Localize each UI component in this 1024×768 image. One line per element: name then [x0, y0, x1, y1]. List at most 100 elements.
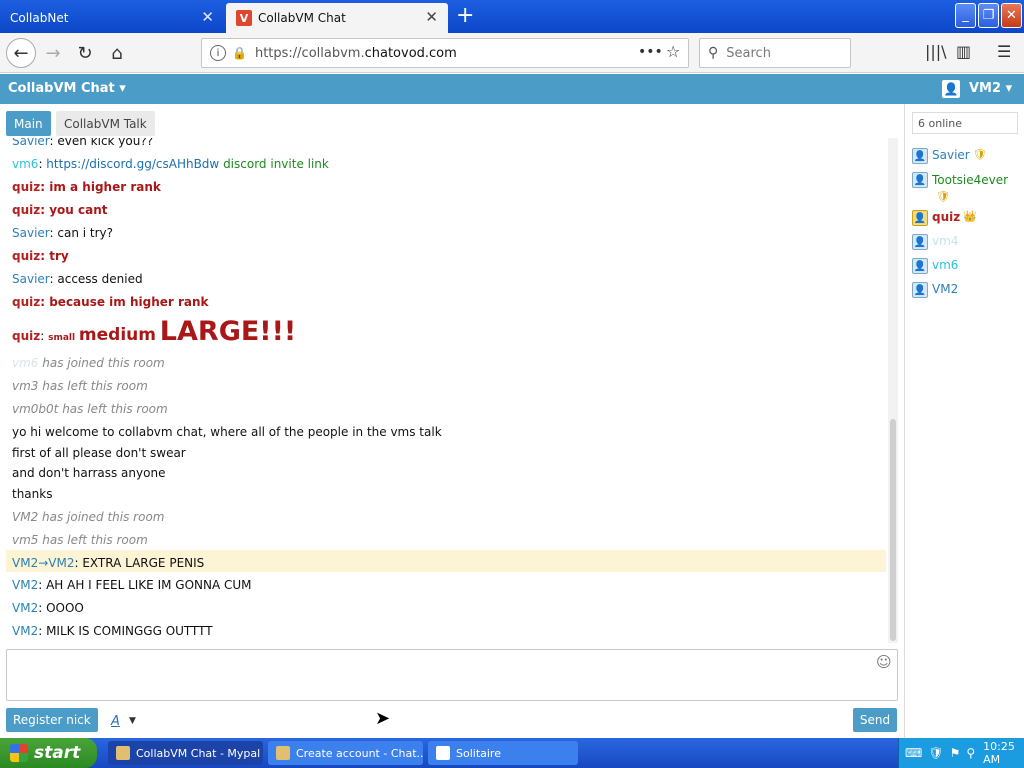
message-nick[interactable]: quiz [12, 180, 40, 194]
chat-panel: Main CollabVM Talk Savier: even kick you… [0, 104, 905, 738]
browser-tab-collabnet[interactable]: CollabNet ✕ [0, 3, 224, 33]
message: VM2: OOOO [12, 601, 84, 615]
message-nick[interactable]: Savier [12, 138, 50, 148]
message-nick[interactable]: vm0b0t [12, 402, 58, 416]
message-nick[interactable]: vm6 [12, 356, 38, 370]
scrollbar-thumb[interactable] [890, 419, 896, 641]
start-label: start [34, 743, 81, 763]
keyboard-icon[interactable]: ⌨ [905, 746, 922, 760]
url-bar[interactable]: i 🔒 https://collabvm.chatovod.com ••• ☆ [201, 38, 689, 68]
message-nick[interactable]: quiz [12, 203, 40, 217]
message: quiz: you cant [12, 203, 108, 217]
page-actions-icon[interactable]: ••• [638, 44, 663, 60]
font-style-button[interactable]: A [111, 714, 120, 729]
message-nick[interactable]: vm5 [12, 533, 38, 547]
task-label: CollabVM Chat - Mypal [136, 746, 261, 760]
message-link[interactable]: https://discord.gg/csAHhBdw [46, 157, 219, 171]
network-icon[interactable]: ⚑ [950, 746, 961, 760]
user-name: Savier [932, 148, 970, 162]
user-item-savier[interactable]: 👤 Savier 🛡 [912, 148, 987, 164]
taskbar-item-create-account[interactable]: Create account - Chat... [268, 741, 423, 765]
message-text: because im higher rank [49, 295, 209, 309]
hamburger-menu-icon[interactable]: ☰ [997, 42, 1011, 61]
security-shield-icon[interactable]: 🛡 [928, 746, 943, 760]
taskbar-item-solitaire[interactable]: Solitaire [428, 741, 578, 765]
message-text: even kick you?? [57, 138, 154, 148]
message-nick[interactable]: quiz [12, 249, 40, 263]
user-icon[interactable]: 👤 [942, 80, 960, 98]
mouse-pointer-icon: ➤ [375, 708, 391, 729]
message-input[interactable] [6, 649, 898, 701]
close-tab-icon[interactable]: ✕ [425, 9, 438, 26]
moderator-shield-icon: 🛡 [972, 148, 987, 161]
user-item-tootsie4ever[interactable]: 👤 Tootsie4ever 🛡 [912, 172, 1012, 205]
user-name: Tootsie4ever [932, 173, 1009, 187]
separator: : [40, 295, 50, 309]
start-button[interactable]: start [0, 738, 97, 768]
user-item-quiz[interactable]: 👤 quiz 👑 [912, 210, 977, 226]
new-tab-icon[interactable]: + [456, 5, 474, 27]
user-item-vm6[interactable]: 👤 vm6 [912, 258, 958, 274]
app-title-dropdown[interactable]: CollabVM Chat ▾ [8, 81, 126, 96]
tab-main[interactable]: Main [6, 111, 51, 136]
close-tab-icon[interactable]: ✕ [201, 9, 214, 26]
message-nick[interactable]: VM2 [12, 601, 38, 615]
user-item-vm2[interactable]: 👤 VM2 [912, 282, 958, 298]
forward-arrow-icon[interactable]: → [40, 40, 66, 66]
clock: 10:25 AM [983, 740, 1015, 766]
message-nick[interactable]: Savier [12, 272, 50, 286]
system-message: vm0b0t has left this room [12, 402, 168, 416]
close-window-button[interactable]: ✕ [1001, 3, 1022, 28]
message-nick[interactable]: VM2 [12, 578, 38, 592]
sidebar-icon[interactable]: ▥ [956, 42, 971, 61]
minimize-window-button[interactable]: _ [955, 3, 976, 28]
message: VM2: AH AH I FEEL LIKE IM GONNA CUM [12, 578, 252, 592]
reload-icon[interactable]: ↻ [72, 40, 98, 66]
url-text[interactable]: https://collabvm.chatovod.com [255, 46, 457, 61]
separator: : [38, 578, 47, 592]
system-message: vm5 has left this room [12, 533, 148, 547]
message-recipient[interactable]: VM2 [48, 556, 74, 570]
message-nick[interactable]: VM2 [12, 624, 38, 638]
message-text: can i try? [57, 226, 114, 240]
separator: : [38, 601, 47, 615]
bookmark-star-icon[interactable]: ☆ [666, 42, 680, 61]
task-label: Create account - Chat... [296, 746, 423, 760]
search-placeholder: Search [726, 45, 771, 61]
message-text: discord invite link [219, 157, 329, 171]
smiley-icon[interactable]: ☺ [876, 653, 892, 671]
message-nick[interactable]: vm3 [12, 379, 38, 393]
message-nick[interactable]: quiz [12, 295, 40, 309]
search-icon[interactable]: ⚲ [966, 746, 975, 760]
maximize-window-button[interactable]: ❐ [978, 3, 999, 28]
search-icon: ⚲ [708, 45, 719, 61]
tab-label: CollabVM Chat [258, 11, 346, 25]
search-input[interactable]: ⚲ Search [699, 38, 851, 68]
user-list-panel: 6 online 👤 Savier 🛡 👤 Tootsie4ever 🛡 👤 quiz 👑 … [906, 104, 1024, 738]
register-nick-button[interactable]: Register nick [6, 708, 98, 732]
send-button[interactable]: Send [853, 708, 897, 732]
message-text: has left this room [38, 533, 148, 547]
message-nick[interactable]: vm6 [12, 157, 38, 171]
user-item-vm4[interactable]: 👤 vm4 [912, 234, 958, 250]
info-icon[interactable]: i [210, 45, 226, 61]
browser-icon [276, 746, 290, 760]
tab-collabvm-talk[interactable]: CollabVM Talk [56, 111, 155, 136]
taskbar-item-collabvm-chat[interactable]: CollabVM Chat - Mypal [108, 741, 263, 765]
chevron-down-icon[interactable]: ▼ [129, 716, 136, 726]
back-arrow-icon[interactable]: ← [6, 38, 36, 68]
message-nick[interactable]: VM2 [12, 556, 38, 570]
browser-tab-bar: CollabNet ✕ V CollabVM Chat ✕ + _ ❐ ✕ [0, 0, 1024, 33]
message-nick[interactable]: VM2 [12, 510, 38, 524]
tab-label: CollabNet [10, 11, 69, 25]
message-text: access denied [57, 272, 143, 286]
message-nick[interactable]: Savier [12, 226, 50, 240]
solitaire-icon [436, 746, 450, 760]
home-icon[interactable]: ⌂ [104, 40, 130, 66]
browser-tab-collabvm-chat[interactable]: V CollabVM Chat ✕ [226, 3, 448, 33]
message-nick[interactable]: quiz [12, 329, 40, 343]
message-text: try [49, 249, 69, 263]
library-icon[interactable]: |||\ [925, 42, 947, 61]
user-menu-dropdown[interactable]: VM2 ▾ [969, 81, 1012, 96]
windows-logo-icon [10, 744, 28, 762]
